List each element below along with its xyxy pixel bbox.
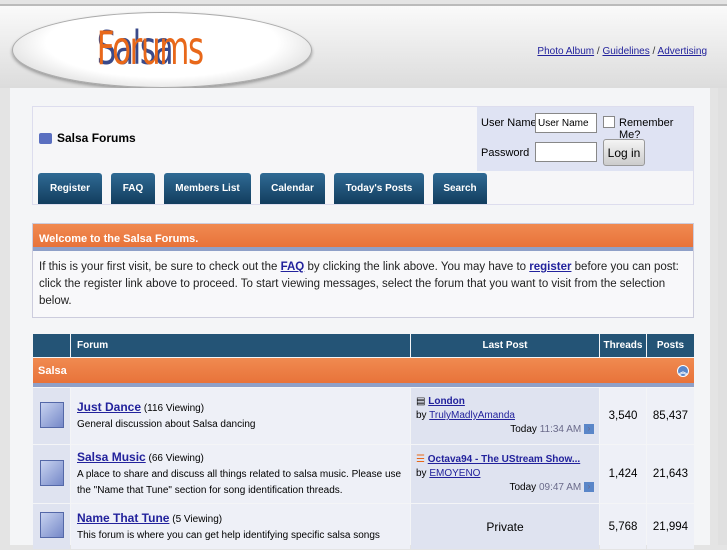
by-label: by xyxy=(416,468,427,479)
remember-me-label: Remember Me? xyxy=(619,117,674,141)
header-threads: Threads xyxy=(600,334,646,357)
forum-row: Just Dance (116 Viewing) General discussi… xyxy=(33,388,694,444)
nav-faq[interactable]: FAQ xyxy=(111,173,155,204)
photo-album-link[interactable]: Photo Album xyxy=(537,46,594,57)
forum-status-icon xyxy=(39,459,64,486)
last-post-link[interactable]: Octava94 - The UStream Show... xyxy=(428,454,580,465)
post-icon: ☰ xyxy=(416,454,425,465)
last-post-user[interactable]: TrulyMadlyAmanda xyxy=(429,410,515,421)
welcome-box: Welcome to the Salsa Forums. If this is … xyxy=(32,223,694,318)
header-posts: Posts xyxy=(647,334,694,357)
forum-description: General discussion about Salsa dancing xyxy=(77,419,256,430)
post-count: 85,437 xyxy=(647,388,694,444)
logo-text-forums: Forums xyxy=(96,21,204,75)
go-to-last-post-icon[interactable]: › xyxy=(584,424,594,435)
private-label: Private xyxy=(411,504,599,549)
breadcrumb-title[interactable]: Salsa Forums xyxy=(57,131,136,145)
nav-todays-posts[interactable]: Today's Posts xyxy=(334,173,424,204)
last-post-time: 09:47 AM xyxy=(538,482,582,493)
password-label: Password xyxy=(481,147,530,159)
remember-me-checkbox[interactable] xyxy=(603,116,615,128)
category-row: Salsa ︽ xyxy=(33,358,694,387)
guidelines-link[interactable]: Guidelines xyxy=(602,46,649,57)
post-icon: ▤ xyxy=(416,396,426,407)
site-header: Salsa Forums Photo Album / Guidelines / A… xyxy=(0,4,727,88)
password-input[interactable] xyxy=(535,142,597,162)
forum-table: Forum Last Post Threads Posts Salsa ︽ Jus… xyxy=(32,333,695,550)
forum-description: A place to share and discuss all things … xyxy=(77,469,402,496)
advertising-link[interactable]: Advertising xyxy=(658,46,707,57)
nav-register[interactable]: Register xyxy=(38,173,102,204)
viewing-count: (116 Viewing) xyxy=(143,403,205,414)
viewing-count: (5 Viewing) xyxy=(172,513,223,525)
last-post-time: 11:34 AM xyxy=(539,424,582,435)
breadcrumb: Salsa Forums xyxy=(39,131,136,145)
top-links: Photo Album / Guidelines / Advertising xyxy=(537,46,707,57)
collapse-icon[interactable]: ︽ xyxy=(677,364,689,377)
viewing-count: (66 Viewing) xyxy=(148,453,204,464)
login-button[interactable]: Log in xyxy=(603,139,645,166)
post-count: 21,994 xyxy=(647,504,694,549)
forum-link[interactable]: Just Dance xyxy=(77,400,141,414)
forum-link[interactable]: Name That Tune xyxy=(77,511,169,525)
folder-icon xyxy=(39,132,52,144)
welcome-text-1: If this is your first visit, be sure to … xyxy=(39,261,281,273)
header-forum: Forum xyxy=(71,334,410,357)
welcome-text-2: by clicking the link above. You may have… xyxy=(304,261,530,273)
thread-count: 3,540 xyxy=(600,388,646,444)
header-last-post: Last Post xyxy=(411,334,599,357)
site-logo[interactable]: Salsa Forums xyxy=(12,12,312,88)
last-post-user[interactable]: EMOYENO xyxy=(429,468,480,479)
navbar: Salsa Forums User Name Remember Me? Pass… xyxy=(32,106,694,205)
username-label: User Name xyxy=(481,117,537,129)
forum-status-icon xyxy=(39,401,64,428)
forum-link[interactable]: Salsa Music xyxy=(77,450,146,464)
welcome-text: If this is your first visit, be sure to … xyxy=(33,251,693,318)
header-icon-col xyxy=(33,334,70,357)
nav-search[interactable]: Search xyxy=(433,173,487,204)
forum-row: Salsa Music (66 Viewing) A place to share… xyxy=(33,445,694,503)
last-post-link[interactable]: London xyxy=(428,396,465,407)
go-to-last-post-icon[interactable]: › xyxy=(584,482,594,493)
last-post-day: Today xyxy=(509,482,537,493)
forum-row: Name That Tune (5 Viewing) This forum is … xyxy=(33,504,694,549)
forum-description: This forum is where you can get help ide… xyxy=(77,529,380,541)
by-label: by xyxy=(416,410,427,421)
nav-members-list[interactable]: Members List xyxy=(164,173,251,204)
scrollbar-track[interactable] xyxy=(718,88,727,545)
category-title[interactable]: Salsa xyxy=(38,365,67,377)
faq-link[interactable]: FAQ xyxy=(281,261,305,273)
register-link[interactable]: register xyxy=(529,261,571,273)
last-post-day: Today xyxy=(510,424,537,435)
username-input[interactable] xyxy=(535,113,597,133)
forum-status-icon xyxy=(39,512,64,538)
thread-count: 1,424 xyxy=(600,445,646,503)
nav-calendar[interactable]: Calendar xyxy=(260,173,325,204)
welcome-title: Welcome to the Salsa Forums. xyxy=(33,224,693,251)
login-form: User Name Remember Me? Password Log in xyxy=(477,107,693,171)
thread-count: 5,768 xyxy=(600,504,646,549)
post-count: 21,643 xyxy=(647,445,694,503)
